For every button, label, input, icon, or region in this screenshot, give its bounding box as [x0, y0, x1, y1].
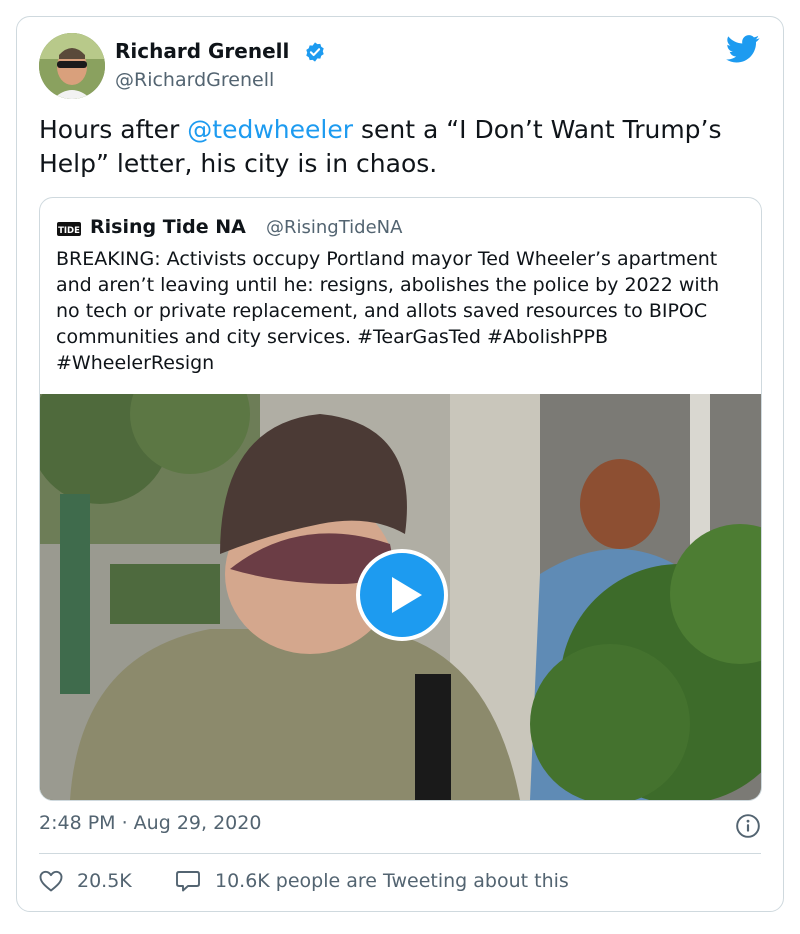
tweet-timestamp[interactable]: 2:48 PM · Aug 29, 2020 [39, 812, 261, 834]
author-avatar[interactable] [39, 33, 105, 99]
mention-link[interactable]: @tedwheeler [187, 115, 353, 144]
quoted-avatar: TIDE [56, 216, 82, 242]
tweet-text-before: Hours after [39, 115, 188, 144]
video-thumbnail[interactable] [40, 394, 761, 800]
quoted-author-handle: @RisingTideNA [266, 217, 403, 238]
tweeting-about-text: 10.6K people are Tweeting about this [215, 870, 569, 892]
quoted-tweet-text: BREAKING: Activists occupy Portland mayo… [56, 248, 720, 374]
tweet-text: Hours after @tedwheeler sent a “I Don’t … [39, 113, 759, 181]
divider [39, 853, 761, 854]
verified-icon [306, 42, 324, 62]
author-handle[interactable]: @RichardGrenell [115, 69, 274, 91]
like-count: 20.5K [77, 870, 132, 892]
play-icon[interactable] [356, 549, 448, 641]
like-button[interactable]: 20.5K [39, 869, 132, 893]
tweet-embed-card: Richard Grenell @RichardGrenell Hours af… [16, 16, 784, 912]
heart-icon [39, 870, 63, 892]
quoted-author-name: Rising Tide NA [90, 216, 246, 238]
twitter-bird-icon[interactable] [726, 35, 760, 63]
speech-bubble-icon [176, 871, 200, 892]
author-name[interactable]: Richard Grenell [115, 39, 289, 63]
quoted-tweet[interactable]: TIDE Rising Tide NA @RisingTideNA BREAKI… [39, 197, 762, 801]
info-icon[interactable] [735, 813, 761, 839]
author-avatar-image [39, 33, 105, 99]
tweeting-about-link[interactable]: 10.6K people are Tweeting about this [175, 869, 569, 893]
quoted-avatar-text: TIDE [58, 226, 80, 236]
